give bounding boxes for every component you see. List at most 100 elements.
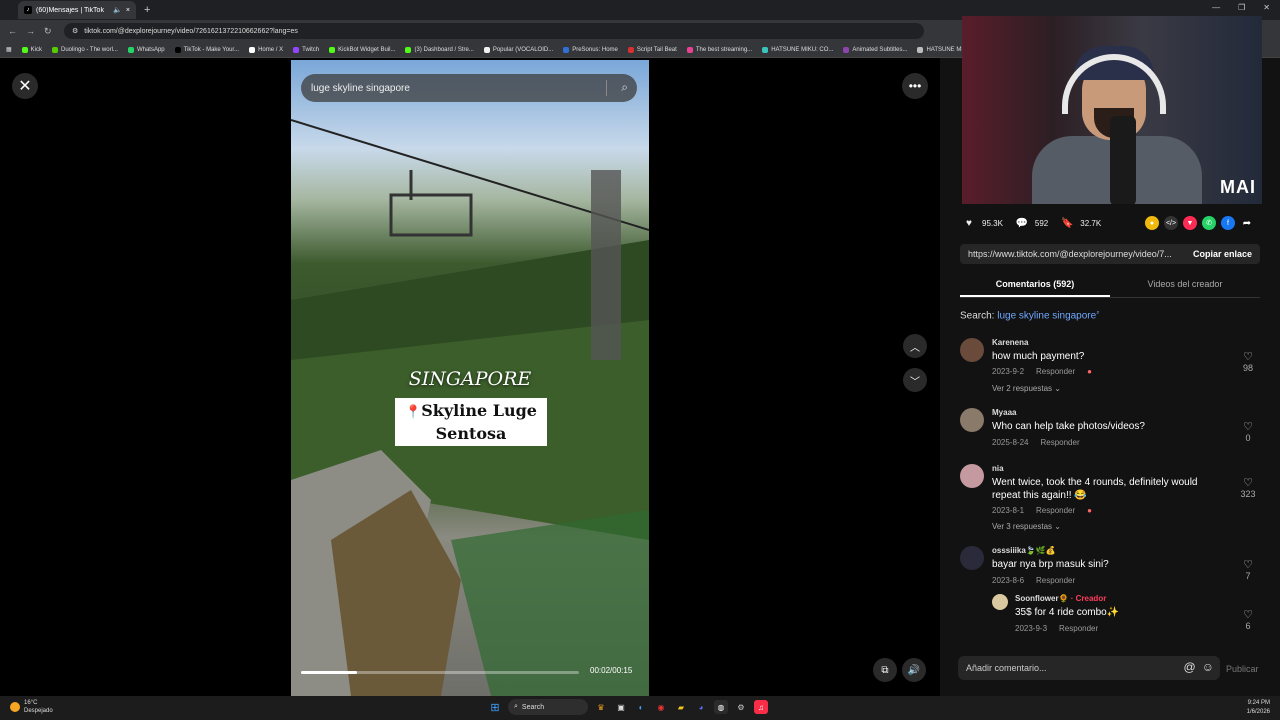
bookmark-item[interactable]: HATSUNE MIKU: CO...: [762, 46, 833, 53]
bookmark-item[interactable]: PreSonus: Home: [563, 46, 618, 53]
comment-meta: 2023-8-1 Responder ●: [992, 506, 1092, 515]
volume-button[interactable]: 🔊: [902, 658, 926, 682]
maximize-icon[interactable]: ❐: [1238, 3, 1245, 12]
tab-title: (60)Mensajes | TikTok: [36, 6, 104, 14]
previous-video-button[interactable]: ︿: [903, 334, 927, 358]
url-field[interactable]: ⚙ tiktok.com/@dexplorejourney/video/7261…: [64, 23, 924, 39]
comment-text: how much payment?: [992, 351, 1085, 362]
bookmark-label: The best streaming...: [695, 46, 753, 53]
bookmark-item[interactable]: Kick: [21, 46, 42, 53]
emoji-icon[interactable]: ☺: [1202, 660, 1214, 674]
reply-button[interactable]: Responder: [1040, 438, 1079, 447]
video-progress-bar[interactable]: [301, 671, 579, 674]
crown-icon[interactable]: ♛: [594, 700, 608, 714]
task-view-icon[interactable]: ▣: [614, 700, 628, 714]
comment-user[interactable]: Myaaa: [992, 408, 1016, 417]
coin-icon[interactable]: ●: [1145, 216, 1159, 230]
comment-user[interactable]: Karenena: [992, 338, 1028, 347]
whatsapp-icon[interactable]: ✆: [1202, 216, 1216, 230]
avatar[interactable]: [960, 546, 984, 570]
view-replies-button[interactable]: Ver 2 respuestas ⌄: [992, 384, 1061, 393]
bookmark-favicon-icon: [127, 46, 134, 53]
embed-icon[interactable]: </>: [1164, 216, 1178, 230]
new-tab-icon[interactable]: +: [144, 4, 150, 16]
copy-link-button[interactable]: Copiar enlace: [1185, 249, 1260, 259]
mention-icon[interactable]: @: [1184, 660, 1196, 674]
share-arrow-icon[interactable]: ➦: [1240, 216, 1254, 230]
avatar[interactable]: [992, 594, 1008, 610]
bookmark-favicon-icon: [563, 46, 570, 53]
bookmark-item[interactable]: Twitch: [293, 46, 319, 53]
bookmark-item[interactable]: The best streaming...: [686, 46, 753, 53]
bookmark-item[interactable]: Home / X: [249, 46, 284, 53]
search-icon[interactable]: ⌕: [621, 80, 628, 95]
chrome-icon[interactable]: ◍: [714, 700, 728, 714]
reply-button[interactable]: Responder: [1036, 506, 1075, 515]
share-link-url[interactable]: https://www.tiktok.com/@dexplorejourney/…: [960, 249, 1185, 259]
forward-icon[interactable]: →: [26, 26, 36, 36]
reply-user[interactable]: Soonflower🌻 · Creador: [1015, 594, 1106, 603]
app-red-icon[interactable]: ◉: [654, 700, 668, 714]
reply-button[interactable]: Responder: [1036, 367, 1075, 376]
tab-comments[interactable]: Comentarios (592): [960, 274, 1110, 297]
comment-icon[interactable]: 💬: [1015, 216, 1029, 230]
search-term-link[interactable]: luge skyline singapore: [997, 310, 1096, 321]
windows-start-icon[interactable]: ⊞: [488, 700, 502, 714]
bookmark-item[interactable]: Popular (VOCALOID...: [483, 46, 553, 53]
minimize-icon[interactable]: —: [1212, 3, 1220, 12]
floating-player-button[interactable]: ⧉: [873, 658, 897, 682]
bookmark-item[interactable]: (3) Dashboard / Stre...: [405, 46, 474, 53]
close-tab-icon[interactable]: ×: [126, 7, 130, 14]
video-player[interactable]: luge skyline singapore ⌕ SINGAPORE 📍Skyl…: [291, 60, 649, 696]
browser-tab[interactable]: ♪ (60)Mensajes | TikTok 🔈 ×: [18, 1, 136, 19]
reload-icon[interactable]: ↻: [44, 26, 54, 37]
close-window-icon[interactable]: ✕: [1263, 3, 1270, 12]
more-options-button[interactable]: •••: [902, 73, 928, 99]
like-icon[interactable]: ♥: [962, 216, 976, 230]
comment-input[interactable]: Añadir comentario... @ ☺: [958, 656, 1220, 680]
reply-like[interactable]: ♡ 6: [1236, 608, 1260, 631]
music-icon[interactable]: ♫: [754, 700, 768, 714]
comment-user[interactable]: osssiiika🍃🌿💰: [992, 546, 1056, 555]
webcam-overlay: MAI: [962, 16, 1262, 204]
back-icon[interactable]: ←: [8, 26, 18, 36]
taskbar-clock[interactable]: 9:24 PM 1/6/2026: [1247, 699, 1270, 717]
site-info-icon[interactable]: ⚙: [72, 27, 78, 35]
bookmark-icon[interactable]: 🔖: [1060, 216, 1074, 230]
taskbar-search[interactable]: ⌕ Search: [508, 699, 588, 715]
bookmark-item[interactable]: TikTok - Make Your...: [174, 46, 239, 53]
bookmark-item[interactable]: Duolingo - The worl...: [52, 46, 118, 53]
file-explorer-icon[interactable]: ▰: [674, 700, 688, 714]
bookmark-label: PreSonus: Home: [572, 46, 618, 53]
discord-icon[interactable]: ◕: [694, 700, 708, 714]
comment-like[interactable]: ♡ 7: [1236, 558, 1260, 581]
avatar[interactable]: [960, 408, 984, 432]
avatar[interactable]: [960, 338, 984, 362]
video-search-box[interactable]: luge skyline singapore ⌕: [301, 74, 637, 102]
bookmark-label: Duolingo - The worl...: [61, 46, 118, 53]
avatar[interactable]: [960, 464, 984, 488]
share-icons: ● </> ▼ ✆ f ➦: [1145, 216, 1254, 230]
bookmark-item[interactable]: Script Tail Beat: [627, 46, 677, 53]
view-replies-button[interactable]: Ver 3 respuestas ⌄: [992, 522, 1061, 531]
comment-like[interactable]: ♡ 98: [1236, 350, 1260, 373]
comment-like[interactable]: ♡ 0: [1236, 420, 1260, 443]
send-icon[interactable]: ▼: [1183, 216, 1197, 230]
publish-button[interactable]: Publicar: [1226, 664, 1259, 674]
bookmark-item[interactable]: Animated Subtitles...: [843, 46, 907, 53]
reply-button[interactable]: Responder: [1059, 624, 1098, 633]
facebook-icon[interactable]: f: [1221, 216, 1235, 230]
comment-like[interactable]: ♡ 323: [1236, 476, 1260, 499]
bookmark-label: Home / X: [258, 46, 284, 53]
weather-widget[interactable]: 16°C Despejado: [10, 699, 53, 715]
reply-button[interactable]: Responder: [1036, 576, 1075, 585]
close-video-button[interactable]: ✕: [12, 73, 38, 99]
bookmark-item[interactable]: WhatsApp: [127, 46, 165, 53]
apps-grid-icon[interactable]: ▦: [6, 46, 12, 53]
tab-creator-videos[interactable]: Videos del creador: [1110, 274, 1260, 297]
bookmark-item[interactable]: KickBot Widget Buil...: [329, 46, 395, 53]
next-video-button[interactable]: ﹀: [903, 368, 927, 392]
edge-icon[interactable]: ◐: [634, 700, 648, 714]
settings-icon[interactable]: ⚙: [734, 700, 748, 714]
comment-user[interactable]: nia: [992, 464, 1004, 473]
